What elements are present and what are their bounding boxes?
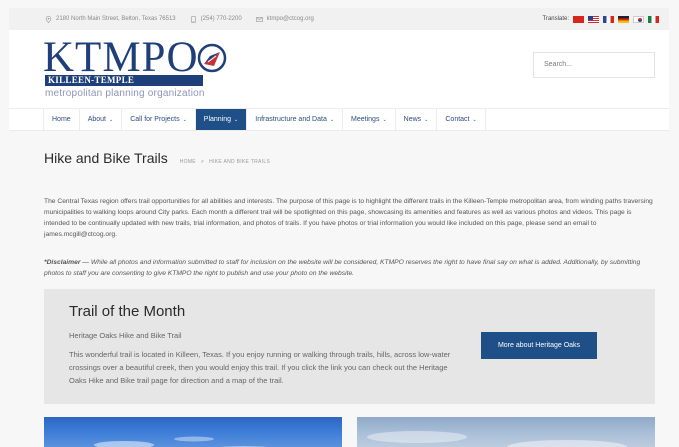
flag-france-icon[interactable] bbox=[603, 15, 614, 23]
trail-photo-sky-2[interactable] bbox=[357, 417, 655, 447]
disclaimer-paragraph: *Disclaimer — While all photos and infor… bbox=[44, 257, 657, 279]
breadcrumb-current: HIKE AND BIKE TRAILS bbox=[209, 159, 271, 165]
nav-item-about[interactable]: About ⌄ bbox=[80, 109, 123, 130]
chevron-down-icon: ⌄ bbox=[234, 117, 239, 123]
flag-korea-icon[interactable] bbox=[633, 15, 644, 23]
breadcrumb-separator: > bbox=[200, 159, 205, 165]
map-marker-icon bbox=[45, 15, 52, 23]
translate-widget: Translate: bbox=[542, 15, 659, 23]
compass-emblem-icon bbox=[197, 43, 227, 73]
chevron-down-icon: ⌄ bbox=[424, 117, 429, 123]
address-text: 2180 North Main Street, Belton, Texas 76… bbox=[56, 16, 176, 22]
nav-item-infrastructure-and-data[interactable]: Infrastructure and Data ⌄ bbox=[247, 109, 344, 130]
chevron-down-icon: ⌄ bbox=[382, 117, 387, 123]
trail-of-month-heading: Trail of the Month bbox=[69, 303, 186, 320]
page-title-row: Hike and Bike Trails HOME > HIKE AND BIKE … bbox=[44, 150, 270, 166]
nav-item-label: Call for Projects bbox=[130, 116, 180, 123]
chevron-down-icon: ⌄ bbox=[108, 117, 114, 123]
top-bar: 2180 North Main Street, Belton, Texas 76… bbox=[9, 8, 669, 30]
site-header: KTMPO KILLEEN-TEMPLE metropolitan planni… bbox=[9, 30, 669, 108]
chevron-down-icon: ⌄ bbox=[182, 117, 187, 123]
trail-of-month-panel: Trail of the Month Heritage Oaks Hike an… bbox=[44, 289, 655, 404]
main-nav: Home About ⌄ Call for Projects ⌄ Planning ⌄ Inf… bbox=[9, 108, 669, 131]
page-title: Hike and Bike Trails bbox=[44, 150, 168, 166]
nav-item-label: Meetings bbox=[351, 116, 380, 123]
logo-main-text: KTMPO bbox=[43, 34, 199, 81]
phone-text[interactable]: (254) 770-2200 bbox=[201, 16, 242, 22]
nav-item-home[interactable]: Home bbox=[43, 109, 80, 130]
translate-label: Translate: bbox=[542, 16, 569, 22]
nav-item-planning[interactable]: Planning ⌄ bbox=[195, 109, 248, 130]
address-info: 2180 North Main Street, Belton, Texas 76… bbox=[45, 15, 176, 23]
logo-band: KILLEEN-TEMPLE bbox=[45, 75, 203, 86]
nav-item-label: About bbox=[87, 116, 106, 123]
email-link[interactable]: ktmpo@ctcog.org bbox=[267, 16, 314, 22]
chevron-down-icon: ⌄ bbox=[472, 117, 477, 123]
nav-item-label: Planning bbox=[203, 116, 232, 123]
trail-name: Heritage Oaks Hike and Bike Trail bbox=[69, 331, 182, 340]
envelope-icon bbox=[255, 16, 263, 22]
logo-subtitle: metropolitan planning organization bbox=[45, 88, 205, 99]
trail-photo-sky-1[interactable] bbox=[44, 417, 342, 447]
intro-paragraph: The Central Texas region offers trail op… bbox=[44, 198, 653, 238]
email-info[interactable]: ktmpo@ctcog.org bbox=[255, 16, 314, 23]
nav-item-label: News bbox=[403, 116, 422, 123]
phone-icon bbox=[190, 15, 196, 23]
flag-usa-icon[interactable] bbox=[588, 15, 599, 23]
breadcrumb: HOME > HIKE AND BIKE TRAILS bbox=[180, 159, 270, 165]
disclaimer-text: — While all photos and information submi… bbox=[44, 259, 641, 277]
breadcrumb-home[interactable]: HOME bbox=[180, 159, 196, 165]
nav-item-label: Contact bbox=[445, 116, 470, 123]
flag-china-icon[interactable] bbox=[573, 15, 584, 23]
trail-description: This wonderful trail is located in Kille… bbox=[69, 350, 451, 385]
disclaimer-label: *Disclaimer bbox=[44, 259, 81, 266]
cloud-shapes-2 bbox=[367, 431, 627, 447]
nav-item-label: Home bbox=[52, 116, 71, 123]
search-input[interactable]: Search... bbox=[533, 52, 655, 78]
ktmpo-logo[interactable]: KTMPO KILLEEN-TEMPLE metropolitan planni… bbox=[43, 34, 227, 100]
flag-mexico-icon[interactable] bbox=[648, 15, 659, 23]
nav-item-call-for-projects[interactable]: Call for Projects ⌄ bbox=[122, 109, 196, 130]
nav-item-contact[interactable]: Contact ⌄ bbox=[437, 109, 486, 130]
nav-item-news[interactable]: News ⌄ bbox=[396, 109, 438, 130]
page: 2180 North Main Street, Belton, Texas 76… bbox=[9, 8, 669, 447]
nav-item-label: Infrastructure and Data bbox=[255, 116, 327, 123]
chevron-down-icon: ⌄ bbox=[329, 117, 335, 123]
nav-item-meetings[interactable]: Meetings ⌄ bbox=[343, 109, 396, 130]
cloud-shapes bbox=[94, 436, 268, 447]
flag-germany-icon[interactable] bbox=[618, 15, 629, 23]
more-about-trail-button[interactable]: More about Heritage Oaks bbox=[481, 332, 597, 359]
phone-info[interactable]: (254) 770-2200 bbox=[190, 15, 242, 23]
